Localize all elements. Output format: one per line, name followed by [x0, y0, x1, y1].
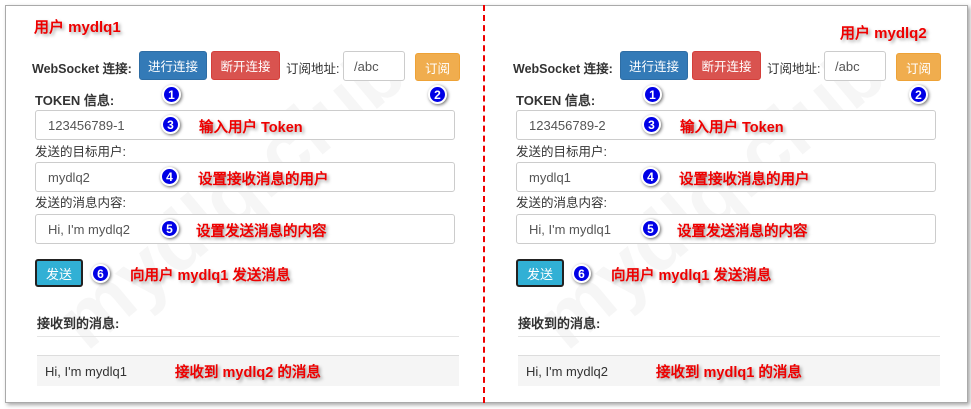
connect-button[interactable]: 进行连接 [620, 51, 688, 80]
token-label: TOKEN 信息: [516, 93, 596, 108]
marker-2-icon: 2 [428, 85, 447, 104]
received-messages-label: 接收到的消息: [518, 316, 601, 331]
marker-1-icon: 1 [643, 85, 662, 104]
marker-3-icon: 3 [642, 115, 661, 134]
panel-divider [483, 5, 485, 403]
marker-6-icon: 6 [91, 264, 110, 283]
annotation-received: 接收到 mydlq2 的消息 [175, 365, 321, 381]
annotation-target: 设置接收消息的用户 [679, 172, 810, 188]
subscribe-button[interactable]: 订阅 [415, 53, 460, 81]
received-message-text: Hi, I'm mydlq2 [526, 363, 608, 379]
marker-3-icon: 3 [161, 115, 180, 134]
message-content-label: 发送的消息内容: [35, 196, 126, 210]
annotation-token: 输入用户 Token [199, 120, 303, 136]
disconnect-button[interactable]: 断开连接 [692, 51, 761, 80]
annotation-target: 设置接收消息的用户 [198, 172, 329, 188]
marker-5-icon: 5 [160, 219, 179, 238]
connect-button[interactable]: 进行连接 [139, 51, 207, 80]
annotation-content: 设置发送消息的内容 [677, 224, 808, 240]
marker-5-icon: 5 [641, 219, 660, 238]
annotation-send: 向用户 mydlq1 发送消息 [611, 268, 772, 284]
subscribe-address-label: 订阅地址: [286, 62, 340, 76]
disconnect-button[interactable]: 断开连接 [211, 51, 280, 80]
annotation-token: 输入用户 Token [680, 120, 784, 136]
message-content-label: 发送的消息内容: [516, 196, 607, 210]
token-label: TOKEN 信息: [35, 93, 115, 108]
websocket-label: WebSocket 连接: [32, 62, 132, 76]
user-panel-mydlq1: 用户 mydlq1 WebSocket 连接: 进行连接 断开连接 订阅地址: … [5, 5, 483, 403]
subscribe-address-input[interactable]: /abc [343, 51, 405, 81]
received-message-text: Hi, I'm mydlq1 [45, 363, 127, 379]
subscribe-address-input[interactable]: /abc [824, 51, 886, 81]
target-user-label: 发送的目标用户: [35, 145, 126, 159]
received-divider [518, 336, 940, 337]
target-user-label: 发送的目标用户: [516, 145, 607, 159]
websocket-label: WebSocket 连接: [513, 62, 613, 76]
send-button[interactable]: 发送 [516, 259, 564, 287]
user-panel-mydlq2: 用户 mydlq2 WebSocket 连接: 进行连接 断开连接 订阅地址: … [486, 5, 964, 403]
annotation-content: 设置发送消息的内容 [196, 224, 327, 240]
marker-2-icon: 2 [909, 85, 928, 104]
received-divider [37, 336, 459, 337]
received-messages-label: 接收到的消息: [37, 316, 120, 331]
marker-6-icon: 6 [572, 264, 591, 283]
subscribe-address-label: 订阅地址: [767, 62, 821, 76]
subscribe-button[interactable]: 订阅 [896, 53, 941, 81]
send-button[interactable]: 发送 [35, 259, 83, 287]
marker-1-icon: 1 [162, 85, 181, 104]
marker-4-icon: 4 [160, 167, 179, 186]
marker-4-icon: 4 [641, 167, 660, 186]
annotation-received: 接收到 mydlq1 的消息 [656, 365, 802, 381]
user-title: 用户 mydlq2 [840, 25, 927, 42]
annotation-send: 向用户 mydlq1 发送消息 [130, 268, 291, 284]
user-title: 用户 mydlq1 [34, 19, 121, 36]
